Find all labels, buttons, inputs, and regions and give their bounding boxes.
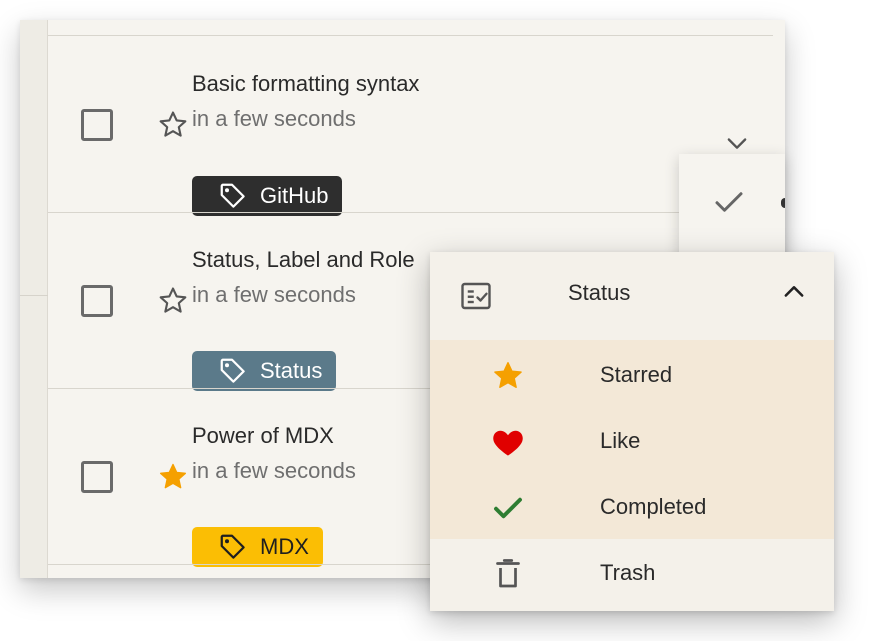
menu-item-starred[interactable]: Starred bbox=[430, 342, 834, 408]
chevron-up-icon[interactable] bbox=[780, 278, 808, 306]
menu-item-trash[interactable]: Trash bbox=[430, 540, 834, 606]
star-outline-icon[interactable] bbox=[156, 108, 190, 142]
menu-item-like[interactable]: Like bbox=[430, 408, 834, 474]
tag-icon bbox=[220, 534, 245, 559]
select-checkbox[interactable] bbox=[81, 285, 113, 317]
item-title[interactable]: Power of MDX bbox=[192, 423, 334, 449]
item-title[interactable]: Status, Label and Role bbox=[192, 247, 415, 273]
check-icon[interactable] bbox=[711, 184, 747, 220]
status-list-icon bbox=[461, 282, 491, 310]
heart-icon bbox=[493, 430, 523, 456]
status-menu-header[interactable]: Status bbox=[430, 252, 834, 340]
tag-chip[interactable]: MDX bbox=[192, 527, 323, 567]
list-item[interactable]: Basic formatting syntax in a few seconds… bbox=[48, 36, 785, 216]
status-menu-label: Status bbox=[568, 280, 631, 305]
tag-label: GitHub bbox=[260, 183, 329, 208]
item-time: in a few seconds bbox=[192, 282, 356, 307]
tag-label: MDX bbox=[260, 534, 309, 559]
star-filled-icon[interactable] bbox=[156, 460, 190, 494]
tag-chip[interactable]: GitHub bbox=[192, 176, 343, 216]
menu-item-label: Completed bbox=[600, 494, 707, 519]
item-title[interactable]: Basic formatting syntax bbox=[192, 71, 419, 97]
truncated-text bbox=[781, 198, 785, 208]
item-time: in a few seconds bbox=[192, 106, 356, 131]
check-icon bbox=[494, 497, 522, 519]
tag-icon bbox=[220, 358, 245, 383]
menu-item-label: Like bbox=[600, 428, 641, 453]
side-divider bbox=[20, 295, 48, 296]
menu-item-label: Trash bbox=[600, 560, 656, 585]
select-checkbox[interactable] bbox=[81, 461, 113, 493]
status-options: Starred Like Completed bbox=[430, 340, 834, 539]
side-strip bbox=[20, 20, 48, 578]
star-outline-icon[interactable] bbox=[156, 284, 190, 318]
tag-label: Status bbox=[260, 358, 323, 383]
star-filled-icon bbox=[494, 362, 522, 388]
trash-icon bbox=[496, 559, 520, 588]
tag-chip[interactable]: Status bbox=[192, 351, 337, 391]
tag-icon bbox=[220, 183, 245, 208]
select-checkbox[interactable] bbox=[81, 109, 113, 141]
chevron-down-icon[interactable] bbox=[723, 129, 751, 157]
status-menu: Status Starred Like Completed Trash bbox=[430, 252, 834, 611]
item-time: in a few seconds bbox=[192, 458, 356, 483]
menu-item-label: Starred bbox=[600, 362, 673, 387]
menu-item-completed[interactable]: Completed bbox=[430, 474, 834, 540]
